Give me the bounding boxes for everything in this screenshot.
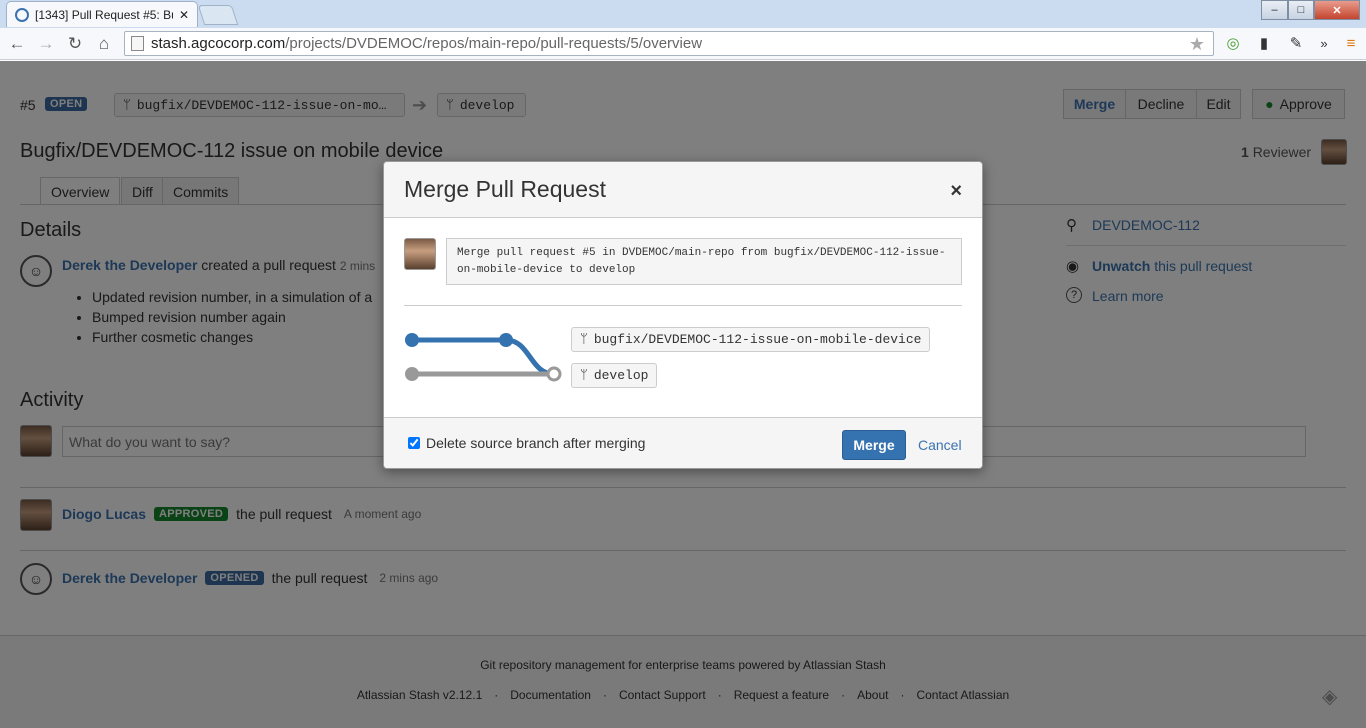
url-path: /projects/DVDEMOC/repos/main-repo/pull-r… <box>285 35 703 52</box>
source-start-node <box>405 333 419 347</box>
window-minimize-button[interactable]: – <box>1261 0 1288 20</box>
confirm-merge-button[interactable]: Merge <box>842 430 906 460</box>
target-start-node <box>405 367 419 381</box>
forward-arrow-icon[interactable]: → <box>34 32 58 56</box>
address-bar[interactable]: stash.agcocorp.com/projects/DVDEMOC/repo… <box>124 31 1214 56</box>
commit-message-field[interactable]: Merge pull request #5 in DVDEMOC/main-re… <box>446 238 962 285</box>
cancel-link[interactable]: Cancel <box>918 437 962 453</box>
delete-branch-label: Delete source branch after merging <box>426 435 646 451</box>
merge-dialog: Merge Pull Request × Merge pull request … <box>383 161 983 469</box>
branch-icon: ᛘ <box>580 368 588 383</box>
dialog-target-branch: ᛘ develop <box>571 363 658 388</box>
tab-close-icon[interactable]: ✕ <box>179 8 189 22</box>
delete-branch-option[interactable]: Delete source branch after merging <box>408 435 645 451</box>
merge-result-node <box>546 366 562 382</box>
dialog-source-branch-name: bugfix/DEVDEMOC-112-issue-on-mobile-devi… <box>593 332 922 347</box>
extensions-overflow-icon[interactable]: » <box>1313 32 1335 54</box>
merge-graph <box>405 333 562 382</box>
dialog-target-branch-name: develop <box>593 368 649 383</box>
page-icon <box>131 36 144 51</box>
home-icon[interactable]: ⌂ <box>92 32 116 56</box>
merger-avatar <box>404 238 436 270</box>
browser-tab-title: [1343] Pull Request #5: Bu <box>35 7 173 22</box>
dialog-title: Merge Pull Request <box>404 176 606 202</box>
bookmark-star-icon[interactable]: ★ <box>1189 34 1205 55</box>
menu-icon[interactable]: ≡ <box>1340 32 1362 54</box>
new-tab-button[interactable] <box>197 5 239 25</box>
branch-icon: ᛘ <box>580 332 588 347</box>
back-arrow-icon[interactable]: ← <box>5 32 29 56</box>
dialog-source-branch: ᛘ bugfix/DEVDEMOC-112-issue-on-mobile-dev… <box>571 327 931 352</box>
dialog-close-icon[interactable]: × <box>950 180 962 203</box>
dialog-footer: Delete source branch after merging Merge… <box>384 417 982 468</box>
reload-icon[interactable]: ↻ <box>63 32 87 56</box>
url-domain: stash.agcocorp.com <box>151 35 286 52</box>
delete-branch-checkbox[interactable] <box>408 437 420 449</box>
source-head-node <box>499 333 513 347</box>
dialog-divider <box>404 305 962 306</box>
extension-phone-icon[interactable]: ▮ <box>1253 32 1275 54</box>
window-close-button[interactable]: ✕ <box>1314 0 1360 20</box>
merge-curve <box>505 337 555 377</box>
stash-favicon-icon <box>15 7 29 22</box>
extension-refresh-icon[interactable]: ◎ <box>1222 32 1244 54</box>
browser-tab-active[interactable]: [1343] Pull Request #5: Bu ✕ <box>6 1 198 27</box>
window-maximize-button[interactable]: □ <box>1288 0 1314 20</box>
dialog-header: Merge Pull Request <box>384 162 982 218</box>
extension-wrench-icon[interactable]: ✎ <box>1285 32 1307 54</box>
